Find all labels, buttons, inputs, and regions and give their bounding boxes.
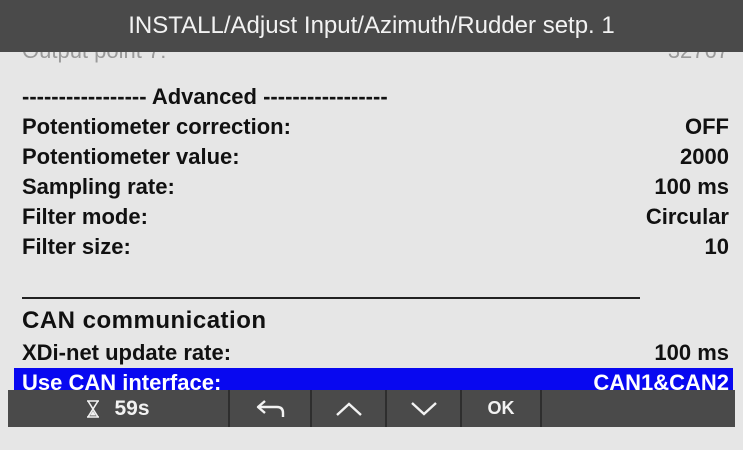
row-filter-mode[interactable]: Filter mode: Circular — [22, 202, 729, 232]
row-label: Sampling rate: — [22, 174, 175, 199]
chevron-down-icon — [409, 400, 439, 418]
row-value: 10 — [704, 234, 729, 259]
softkey-empty — [542, 390, 735, 427]
row-label: XDi-net update rate: — [22, 340, 232, 365]
row-value: 100 ms — [654, 174, 729, 199]
row-label: Potentiometer correction: — [22, 114, 291, 139]
cutoff-row-value: 32767 — [668, 52, 729, 62]
row-potentiometer-value[interactable]: Potentiometer value: 2000 — [22, 142, 729, 172]
cutoff-row-label: Output point 7: — [22, 52, 166, 63]
row-label: Potentiometer value: — [22, 144, 240, 169]
ok-label: OK — [487, 398, 515, 418]
row-value: Circular — [645, 204, 729, 229]
chevron-up-icon — [334, 400, 364, 418]
ok-button[interactable]: OK — [462, 390, 542, 427]
back-button[interactable] — [230, 390, 312, 427]
row-xdi-net-update-rate[interactable]: XDi-net update rate: 100 ms — [22, 338, 729, 368]
row-label: Filter size: — [22, 234, 131, 259]
softkey-strip: 59s OK — [8, 390, 735, 427]
cutoff-row: Output point 7: 32767 — [22, 52, 729, 70]
settings-list[interactable]: Output point 7: 32767 ----------------- … — [0, 52, 743, 398]
softkey-bar: 59s OK — [0, 390, 743, 450]
row-value: 100 ms — [654, 340, 729, 365]
row-label: Filter mode: — [22, 204, 148, 229]
advanced-separator: ----------------- Advanced -------------… — [22, 84, 388, 109]
row-value: 2000 — [680, 144, 729, 169]
row-potentiometer-correction[interactable]: Potentiometer correction: OFF — [22, 112, 729, 142]
row-filter-size[interactable]: Filter size: 10 — [22, 232, 729, 262]
row-sampling-rate[interactable]: Sampling rate: 100 ms — [22, 172, 729, 202]
down-button[interactable] — [387, 390, 462, 427]
back-arrow-icon — [253, 398, 287, 420]
timeout-timer: 59s — [8, 390, 230, 427]
timer-value: 59s — [114, 396, 150, 420]
section-divider — [22, 297, 640, 299]
row-value: OFF — [685, 114, 729, 139]
can-section-title: CAN communication — [22, 307, 267, 334]
up-button[interactable] — [312, 390, 387, 427]
hourglass-icon — [86, 399, 100, 418]
page-title: INSTALL/Adjust Input/Azimuth/Rudder setp… — [128, 12, 615, 39]
title-bar: INSTALL/Adjust Input/Azimuth/Rudder setp… — [0, 0, 743, 52]
